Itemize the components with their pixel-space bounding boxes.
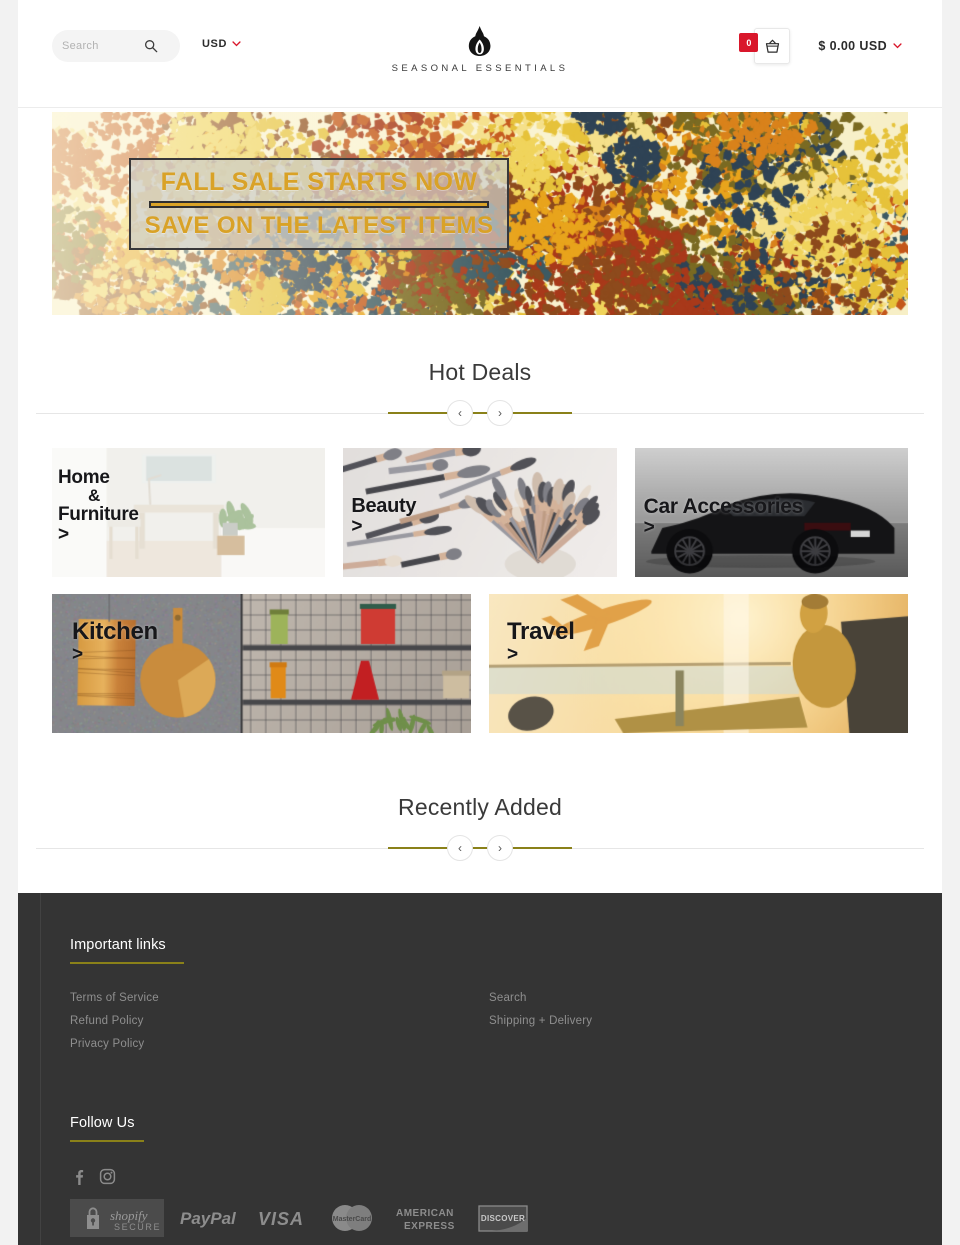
hot-deals-next-button[interactable]: › — [487, 400, 513, 426]
cart-total-amount: $ 0.00 USD — [818, 39, 887, 53]
social-links — [70, 1168, 908, 1185]
category-tile-home-furniture[interactable]: Home & Furniture > — [52, 448, 325, 577]
currency-selector[interactable]: USD — [202, 38, 241, 50]
visa-badge: VISA — [258, 1206, 310, 1235]
site-logo[interactable]: SEASONAL ESSENTIALS — [392, 26, 569, 74]
discover-badge: DISCOVER — [478, 1202, 528, 1239]
leaf-flame-logo-icon — [467, 26, 493, 56]
chevron-right-icon: > — [351, 517, 416, 536]
label-line-1: Beauty — [351, 496, 416, 516]
site-footer: Important links Terms of Service Refund … — [18, 893, 942, 1245]
footer-link-refund-policy[interactable]: Refund Policy — [70, 1015, 489, 1027]
label-line-3: Furniture — [58, 505, 139, 524]
category-tiles: Home & Furniture > Beauty > Car Accessor… — [18, 426, 942, 733]
hot-deals-carousel-controls: ‹ › — [18, 400, 942, 426]
page-root: USD SEASONAL ESSENTIALS 0 — [0, 0, 960, 1245]
hero-text-plate: FALL SALE STARTS NOW SAVE ON THE LATEST … — [129, 158, 509, 250]
svg-text:VISA: VISA — [258, 1209, 304, 1229]
shopify-secure-badge: shopify SECURE — [70, 1199, 164, 1242]
category-label-car-accessories: Car Accessories > — [644, 496, 803, 538]
search-box[interactable] — [52, 30, 180, 62]
label-line-1: Travel — [507, 620, 575, 644]
recently-added-section-header: Recently Added ‹ › — [18, 750, 942, 861]
hot-deals-prev-button[interactable]: ‹ — [447, 400, 473, 426]
category-row-1: Home & Furniture > Beauty > Car Accessor… — [52, 448, 908, 577]
cart-count-badge: 0 — [739, 33, 758, 52]
category-tile-travel[interactable]: Travel > — [489, 594, 908, 733]
hero-headline: FALL SALE STARTS NOW — [161, 170, 478, 195]
chevron-right-icon: > — [58, 525, 139, 544]
footer-heading-important-links: Important links — [70, 937, 908, 953]
search-icon[interactable] — [144, 39, 158, 53]
footer-link-terms-of-service[interactable]: Terms of Service — [70, 992, 489, 1004]
recently-added-empty-area — [18, 861, 942, 893]
logo-wordmark: SEASONAL ESSENTIALS — [392, 63, 569, 74]
chevron-right-icon: > — [644, 518, 803, 537]
chevron-down-icon — [893, 43, 902, 49]
recently-added-prev-button[interactable]: ‹ — [447, 835, 473, 861]
footer-content: Important links Terms of Service Refund … — [18, 937, 942, 1245]
chevron-right-icon: > — [72, 645, 158, 664]
recently-added-next-button[interactable]: › — [487, 835, 513, 861]
category-label-beauty: Beauty > — [351, 496, 416, 537]
footer-vertical-divider — [40, 893, 41, 1245]
site-canvas: USD SEASONAL ESSENTIALS 0 — [18, 0, 942, 1245]
label-line-1: Kitchen — [72, 620, 158, 644]
category-row-2: Kitchen > Travel > — [52, 594, 908, 733]
american-express-badge: AMERICAN EXPRESS — [394, 1202, 462, 1239]
recently-added-carousel-controls: ‹ › — [18, 835, 942, 861]
svg-text:DISCOVER: DISCOVER — [481, 1214, 525, 1223]
svg-text:MasterCard: MasterCard — [333, 1216, 372, 1223]
footer-links: Terms of Service Refund Policy Privacy P… — [70, 992, 908, 1061]
cart-total[interactable]: $ 0.00 USD — [818, 39, 902, 53]
facebook-icon[interactable] — [70, 1168, 87, 1185]
category-label-kitchen: Kitchen > — [72, 620, 158, 665]
hero-band: FALL SALE STARTS NOW SAVE ON THE LATEST … — [18, 108, 942, 315]
label-line-2: & — [58, 487, 130, 504]
footer-links-column-right: Search Shipping + Delivery — [489, 992, 908, 1061]
mastercard-badge: MasterCard — [326, 1202, 378, 1239]
chevron-right-icon: > — [507, 645, 575, 664]
follow-us-block: Follow Us shopify SECURE PayPal VISA Mas… — [70, 1115, 908, 1242]
category-tile-kitchen[interactable]: Kitchen > — [52, 594, 471, 733]
site-header: USD SEASONAL ESSENTIALS 0 — [18, 0, 942, 108]
chevron-down-icon — [232, 41, 241, 47]
payment-badges: shopify SECURE PayPal VISA MasterCard AM… — [70, 1199, 908, 1242]
svg-text:PayPal: PayPal — [180, 1209, 237, 1228]
svg-text:AMERICAN: AMERICAN — [396, 1208, 454, 1219]
category-tile-car-accessories[interactable]: Car Accessories > — [635, 448, 908, 577]
carousel-arrows: ‹ › — [447, 835, 513, 861]
footer-heading-underline — [70, 962, 184, 964]
label-line-1: Car Accessories — [644, 496, 803, 517]
footer-link-shipping-delivery[interactable]: Shipping + Delivery — [489, 1015, 908, 1027]
category-label-travel: Travel > — [507, 620, 575, 665]
page-title-hot-deals: Hot Deals — [18, 359, 942, 386]
category-label-home-furniture: Home & Furniture > — [58, 468, 139, 544]
page-title-recently-added: Recently Added — [18, 794, 942, 821]
hero-subheadline: SAVE ON THE LATEST ITEMS — [145, 214, 494, 238]
category-tile-beauty[interactable]: Beauty > — [343, 448, 616, 577]
shopping-basket-icon — [765, 39, 780, 54]
cart-group[interactable]: 0 $ 0.00 USD — [754, 28, 902, 64]
currency-label: USD — [202, 38, 227, 50]
important-links-block: Important links — [70, 937, 908, 964]
hero-banner[interactable]: FALL SALE STARTS NOW SAVE ON THE LATEST … — [52, 112, 908, 315]
search-input[interactable] — [62, 40, 144, 52]
carousel-arrows: ‹ › — [447, 400, 513, 426]
svg-text:EXPRESS: EXPRESS — [404, 1221, 455, 1232]
footer-link-search[interactable]: Search — [489, 992, 908, 1004]
paypal-badge: PayPal — [180, 1205, 242, 1236]
follow-us-underline — [70, 1140, 144, 1142]
cart-button[interactable]: 0 — [754, 28, 790, 64]
hero-divider-bar — [149, 201, 489, 208]
footer-heading-follow-us: Follow Us — [70, 1115, 908, 1131]
svg-text:shopify: shopify — [110, 1208, 148, 1223]
svg-text:SECURE: SECURE — [114, 1222, 161, 1232]
label-line-1: Home — [58, 468, 139, 487]
hot-deals-section-header: Hot Deals ‹ › — [18, 315, 942, 426]
instagram-icon[interactable] — [99, 1168, 116, 1185]
footer-link-privacy-policy[interactable]: Privacy Policy — [70, 1038, 489, 1050]
footer-links-column-left: Terms of Service Refund Policy Privacy P… — [70, 992, 489, 1061]
